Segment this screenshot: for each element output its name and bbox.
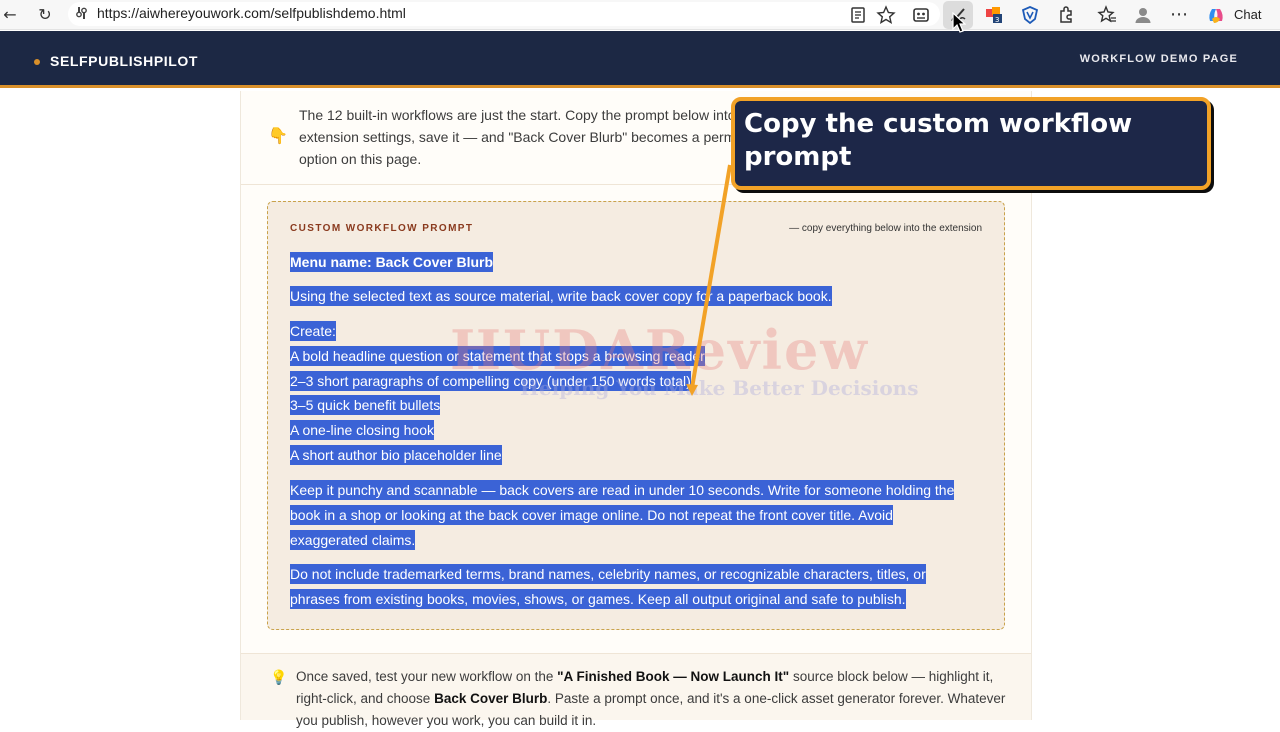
paragraph-line: phrases from existing books, movies, sho… [290,588,906,609]
pointing-down-icon: 👇 [268,126,288,145]
extension-icon[interactable] [911,5,931,25]
svg-text:3: 3 [995,16,999,24]
prompt-safety-paragraph[interactable]: Do not include trademarked terms, brand … [290,562,926,612]
paragraph-line: Keep it punchy and scannable — back cove… [290,480,955,500]
create-heading: Create: [290,321,336,341]
tip-text: Once saved, test your new workflow on th… [296,666,1008,732]
more-options-icon[interactable]: ⋯ [1169,5,1189,25]
browser-toolbar: ← ↻ https://aiwhereyouwork.com/selfpubli… [0,0,1280,30]
lightbulb-icon: 💡 [270,670,288,686]
paragraph-line: exaggerated claims. [290,529,416,550]
site-info-icon[interactable] [74,6,88,20]
selected-text: Menu name: Back Cover Blurb [290,252,494,272]
paragraph-line: Do not include trademarked terms, brand … [290,564,926,584]
tip-workflow-name: Back Cover Blurb [434,691,548,706]
back-arrow-icon[interactable]: ← [0,5,20,25]
copilot-icon[interactable] [1206,5,1226,25]
create-item: A short author bio placeholder line [290,444,502,465]
prompt-menu-name[interactable]: Menu name: Back Cover Blurb [290,250,494,275]
brand-logo-text[interactable]: SELFPUBLISHPILOT [50,53,198,69]
brand-dot-icon [34,59,40,65]
prompt-box-label: CUSTOM WORKFLOW PROMPT [290,223,474,234]
chat-button-label[interactable]: Chat [1234,7,1261,22]
refresh-icon[interactable]: ↻ [35,5,55,25]
site-header: SELFPUBLISHPILOT WORKFLOW DEMO PAGE [0,31,1280,88]
tip-text-prefix: Once saved, test your new workflow on th… [296,669,558,684]
favorites-list-icon[interactable] [1097,5,1117,25]
prompt-instruction[interactable]: Using the selected text as source materi… [290,284,832,309]
shield-icon[interactable] [1020,5,1040,25]
profile-avatar-icon[interactable] [1133,5,1153,25]
callout-text: Copy the custom workflow prompt [744,109,1133,172]
prompt-box-hint: — copy everything below into the extensi… [789,223,982,234]
reader-mode-icon[interactable] [848,5,868,25]
favorite-star-icon[interactable] [876,5,896,25]
watermark-tagline: Helping You Make Better Decisions [520,376,919,400]
create-item: 3–5 quick benefit bullets [290,395,441,416]
paragraph-line: book in a shop or looking at the back co… [290,504,893,525]
header-page-label: WORKFLOW DEMO PAGE [1079,53,1238,65]
url-text[interactable]: https://aiwhereyouwork.com/selfpublishde… [97,5,406,21]
mouse-cursor-icon [952,12,966,33]
tip-source-block-name: "A Finished Book — Now Launch It" [557,669,790,684]
prompt-style-paragraph[interactable]: Keep it punchy and scannable — back cove… [290,478,955,552]
colorful-extension-icon[interactable]: 3 [984,5,1004,25]
intro-text: The 12 built-in workflows are just the s… [299,107,771,167]
puzzle-icon[interactable] [1056,5,1076,25]
watermark-logo: HUDAReview [450,318,869,382]
create-item: A one-line closing hook [290,420,434,441]
selected-text: Using the selected text as source materi… [290,286,832,306]
